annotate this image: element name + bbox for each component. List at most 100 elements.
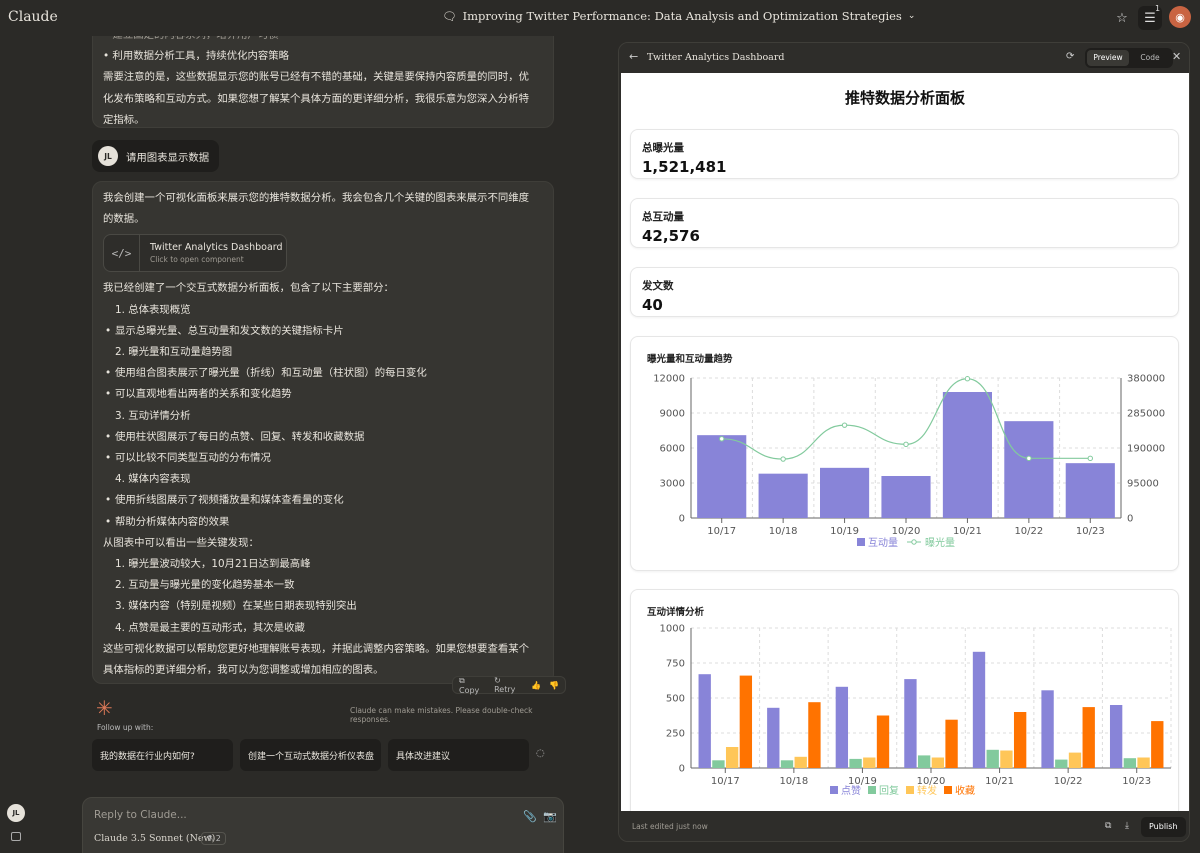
legend-swatch <box>906 786 914 794</box>
point-impressions <box>1087 455 1093 462</box>
x-tick-label: 10/19 <box>830 526 859 537</box>
refresh-icon[interactable]: ⟳ <box>1066 51 1074 62</box>
top-bar: Claude 🗨 Improving Twitter Performance: … <box>0 0 1200 36</box>
metric-value: 1,521,481 <box>642 158 727 176</box>
thumbs-up-icon[interactable]: 👍 <box>531 681 541 690</box>
bar-3 <box>1082 707 1095 768</box>
bar-engagement <box>881 476 931 518</box>
bar-3 <box>876 715 890 768</box>
point-impressions <box>719 436 725 442</box>
followup-button-1[interactable]: 我的数据在行业内如何? <box>92 739 233 771</box>
retry-icon: ↻ <box>494 676 501 685</box>
model-selector[interactable]: Claude 3.5 Sonnet (New) <box>94 833 215 844</box>
copy-button[interactable]: ⧉ Copy <box>459 676 486 695</box>
tab-code[interactable]: Code <box>1129 50 1171 66</box>
bar-2 <box>1068 752 1082 768</box>
user-message-text: 请用图表显示数据 <box>126 151 210 164</box>
message-line: 的数据。 <box>103 213 145 226</box>
legend-label: 互动量 <box>868 537 898 549</box>
thumbs-down-icon[interactable]: 👎 <box>549 681 559 690</box>
x-tick-label: 10/23 <box>1122 776 1151 787</box>
artifact-panel: ← Twitter Analytics Dashboard ⟳ Preview … <box>618 42 1190 842</box>
conversation-title[interactable]: 🗨 Improving Twitter Performance: Data An… <box>442 9 915 23</box>
tab-preview[interactable]: Preview <box>1087 50 1129 66</box>
bar-engagement <box>758 473 808 518</box>
download-icon[interactable]: ⤓ <box>1125 821 1129 831</box>
bar-engagement <box>697 435 747 518</box>
reply-input[interactable]: Reply to Claude... <box>94 809 187 821</box>
star-icon[interactable]: ☆ <box>1110 6 1134 30</box>
metric-label: 发文数 <box>642 280 674 292</box>
chat-column: • 建立固定的内容系列，培养用户习惯 • 利用数据分析工具，持续优化内容策略 需… <box>82 36 566 853</box>
y-tick-label: 9000 <box>660 409 685 420</box>
sidebar-user-avatar[interactable]: JL <box>7 804 25 822</box>
bar-2 <box>794 756 807 768</box>
close-icon[interactable]: ✕ <box>1172 50 1181 63</box>
artifact-panel-title: Twitter Analytics Dashboard <box>647 52 785 63</box>
claude-logo[interactable]: Claude <box>8 9 58 25</box>
list-item: 可以比较不同类型互动的分布情况 <box>103 448 543 469</box>
legend-label: 曝光量 <box>925 536 955 549</box>
chat-icon[interactable]: ◌ <box>536 748 545 759</box>
y-tick-label: 0 <box>679 764 685 775</box>
list-item: 1. 总体表现概览 <box>115 303 191 316</box>
list-item: 2. 曝光量和互动量趋势图 <box>115 346 233 359</box>
artifact-card[interactable]: </> Twitter Analytics Dashboard Click to… <box>103 234 287 273</box>
x-tick-label: 10/18 <box>779 776 808 787</box>
bar-1 <box>780 760 794 768</box>
sidebar-toggle-icon[interactable] <box>11 832 21 841</box>
bar-3 <box>1151 721 1164 768</box>
list-item: 3. 媒体内容（特别是视频）在某些日期表现特别突出 <box>115 600 357 613</box>
artifact-preview: 推特数据分析面板 总曝光量 1,521,481 总互动量 42,576 发文数 … <box>621 73 1189 811</box>
bar-engagement <box>942 392 992 518</box>
x-tick-label: 10/17 <box>707 526 736 537</box>
bar-2 <box>863 757 876 768</box>
point-impressions <box>964 376 971 382</box>
bar-1 <box>1123 758 1137 768</box>
bar-0 <box>972 651 986 768</box>
y2-tick-label: 380000 <box>1127 374 1165 385</box>
attach-icon[interactable]: 📎 <box>523 810 537 823</box>
y-tick-label: 12000 <box>653 374 685 385</box>
legend-swatch <box>857 538 865 546</box>
x-tick-label: 10/22 <box>1054 776 1083 787</box>
list-item: 使用柱状图展示了每日的点赞、回复、转发和收藏数据 <box>103 427 543 448</box>
x-tick-label: 10/23 <box>1076 526 1105 537</box>
chart-title: 互动详情分析 <box>647 607 705 618</box>
trend-chart: 12000 380000 9000 285000 6000 190000 3000 95000… <box>653 374 1165 550</box>
bar-3 <box>808 702 821 768</box>
bar-engagement <box>1004 421 1054 518</box>
bar-0 <box>698 674 711 768</box>
message-line: 化发布策略和互动方式。如果您想了解某个具体方面的更详细分析，我很乐意为您深入分析… <box>103 92 530 105</box>
followup-button-2[interactable]: 创建一个互动式数据分析仪表盘 <box>240 739 381 771</box>
star-badge: 1 <box>1155 4 1161 13</box>
publish-button[interactable]: Publish <box>1141 817 1186 837</box>
bar-2 <box>725 747 739 768</box>
assistant-message-previous: • 建立固定的内容系列，培养用户习惯 • 利用数据分析工具，持续优化内容策略 需… <box>92 36 554 128</box>
bar-2 <box>931 757 945 768</box>
trend-chart-card: 曝光量和互动量趋势 12000 380000 9000 285000 6000 19000… <box>630 336 1179 571</box>
reply-box: Reply to Claude... 📎 📷 Claude 3.5 Sonnet… <box>82 797 564 853</box>
metric-value: 40 <box>642 296 663 314</box>
y-tick-label: 750 <box>666 659 685 670</box>
message-line: 从图表中可以看出一些关键发现： <box>103 536 259 549</box>
chat-bubble-icon: 🗨 <box>442 9 457 23</box>
bar-1 <box>712 760 725 768</box>
retry-button[interactable]: ↻ Retry <box>494 676 523 694</box>
copy-icon[interactable]: ⧉ <box>1105 821 1111 831</box>
y-tick-label: 500 <box>666 694 685 705</box>
metric-card-impressions: 总曝光量 1,521,481 <box>630 129 1179 179</box>
camera-icon[interactable]: 📷 <box>543 810 557 823</box>
back-arrow-icon[interactable]: ← <box>629 50 638 63</box>
metric-card-engagement: 总互动量 42,576 <box>630 198 1179 248</box>
x-tick-label: 10/22 <box>1014 526 1043 537</box>
message-line: 我会创建一个可视化面板来展示您的推特数据分析。我会包含几个关键的图表来展示不同维… <box>103 192 530 204</box>
x-tick-label: 10/17 <box>711 776 740 787</box>
chart-title: 曝光量和互动量趋势 <box>647 354 733 365</box>
model-badge[interactable]: ⚗ 2 <box>201 832 226 845</box>
feature-list: 1. 总体表现概览显示总曝光量、总互动量和发文数的关键指标卡片 2. 曝光量和互动… <box>103 300 543 533</box>
engagement-detail-card: 互动详情分析 1000 750 500 250 0 10/17 10/18 10/19 10/2… <box>630 589 1179 811</box>
metric-label: 总曝光量 <box>642 142 684 154</box>
followup-button-3[interactable]: 具体改进建议 <box>388 739 529 771</box>
user-avatar[interactable]: ◉ <box>1169 6 1191 28</box>
